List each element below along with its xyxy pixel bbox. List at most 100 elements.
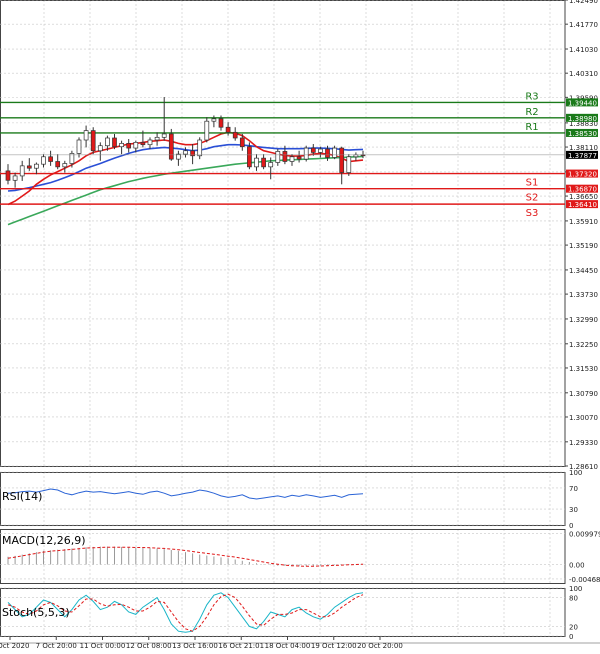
y-tick-label: 1.38110 — [569, 144, 598, 152]
candle-body — [303, 147, 309, 160]
candle-body — [239, 137, 245, 148]
moving-average-line — [7, 155, 364, 226]
candle — [83, 125, 89, 148]
candle — [34, 162, 39, 175]
candle-body — [247, 146, 252, 168]
candle-body — [282, 151, 288, 162]
x-tick-label: 7 Oct 20:00 — [36, 642, 77, 650]
candle-body — [90, 130, 96, 152]
candle-body — [204, 120, 210, 141]
candle — [168, 128, 174, 161]
candle — [346, 154, 352, 176]
candle-body — [225, 126, 231, 133]
rsi-line — [7, 488, 364, 500]
rsi-title: RSI(14) — [2, 490, 42, 503]
y-tick-label: 30 — [569, 506, 578, 514]
candle-body — [55, 161, 61, 168]
candle — [19, 160, 25, 181]
candle-body — [83, 130, 89, 141]
candle — [119, 140, 124, 155]
candle — [353, 152, 359, 161]
candle-body — [310, 147, 316, 153]
y-tick-label: 100 — [569, 585, 582, 593]
candle — [48, 150, 53, 166]
candle-body — [232, 131, 238, 139]
y-tick-label: 1.42490 — [569, 0, 598, 5]
candle-body — [183, 150, 188, 155]
x-tick-label: 13 Oct 16:00 — [172, 642, 218, 650]
candle-body — [97, 145, 103, 152]
current-price-label: 1.37877 — [568, 152, 597, 160]
candle — [5, 164, 11, 185]
level-price-label: 1.38530 — [568, 130, 597, 138]
candle-body — [48, 156, 53, 162]
candle — [261, 154, 266, 170]
candle — [26, 158, 32, 171]
candle-body — [133, 142, 139, 149]
candle-body — [275, 151, 281, 163]
y-tick-label: 1.32250 — [569, 341, 598, 349]
level-price-label: 1.38980 — [568, 115, 597, 123]
y-tick-label: 1.34450 — [569, 267, 598, 275]
candle — [303, 145, 309, 162]
candle — [154, 132, 160, 146]
candle — [339, 146, 345, 185]
candle-body — [268, 162, 274, 168]
candle — [161, 97, 167, 141]
candle-body — [112, 137, 117, 148]
y-tick-label: 1.36650 — [569, 193, 598, 201]
candle-body — [197, 139, 203, 157]
candle-body — [211, 118, 217, 122]
candle-body — [26, 165, 32, 169]
x-tick-label: 11 Oct 00:00 — [80, 642, 126, 650]
level-name-s2: S2 — [526, 193, 539, 204]
y-tick-label: 100 — [569, 469, 582, 477]
y-tick-label: -0.004686 — [569, 576, 600, 584]
y-tick-label: 0.00 — [569, 561, 585, 569]
candle — [247, 142, 252, 170]
macd-title: MACD(12,26,9) — [2, 534, 86, 547]
candle-body — [218, 118, 224, 128]
x-tick-label: 20 Oct 20:00 — [357, 642, 403, 650]
y-tick-label: 1.32990 — [569, 316, 598, 324]
stoch-title: Stoch(5,5,3) — [2, 606, 70, 619]
candle-body — [325, 148, 330, 158]
y-tick-label: 80 — [569, 595, 578, 603]
x-tick-label: 16 Oct 21:01 — [218, 642, 264, 650]
level-name-r1: R1 — [525, 122, 538, 133]
candle — [112, 133, 117, 150]
candle — [275, 149, 281, 166]
candle-body — [19, 165, 25, 177]
level-price-label: 1.36410 — [568, 201, 597, 209]
candle-body — [296, 156, 302, 160]
y-tick-label: 0 — [569, 633, 573, 641]
y-tick-label: 1.35910 — [569, 218, 598, 226]
y-tick-label: 1.41770 — [569, 21, 598, 29]
y-tick-label: 0 — [569, 522, 573, 530]
candle — [90, 127, 96, 155]
candle-body — [339, 147, 345, 173]
candle-body — [5, 170, 11, 181]
forex-chart: 1.424901.417701.410301.403101.395901.388… — [0, 0, 600, 650]
y-tick-label: 1.31530 — [569, 365, 598, 373]
candle — [332, 145, 337, 160]
candle — [204, 117, 210, 143]
candle — [126, 138, 132, 153]
x-tick-label: 6 Oct 2020 — [0, 642, 29, 650]
candle-body — [126, 143, 132, 149]
candle-body — [76, 139, 82, 154]
level-name-s3: S3 — [526, 208, 539, 219]
x-tick-label: 12 Oct 08:00 — [126, 642, 172, 650]
y-tick-label: 1.30790 — [569, 390, 598, 398]
level-price-label: 1.36870 — [568, 186, 597, 194]
candle — [76, 137, 82, 158]
y-tick-label: 1.30070 — [569, 414, 598, 422]
y-tick-label: 1.41030 — [569, 46, 598, 54]
y-tick-label: 1.29330 — [569, 439, 598, 447]
candle — [176, 150, 181, 166]
moving-average-line — [7, 131, 364, 206]
candle — [62, 160, 68, 173]
panel-frame — [0, 472, 566, 526]
y-tick-label: 0.009979 — [569, 531, 600, 539]
candle-body — [168, 133, 174, 160]
